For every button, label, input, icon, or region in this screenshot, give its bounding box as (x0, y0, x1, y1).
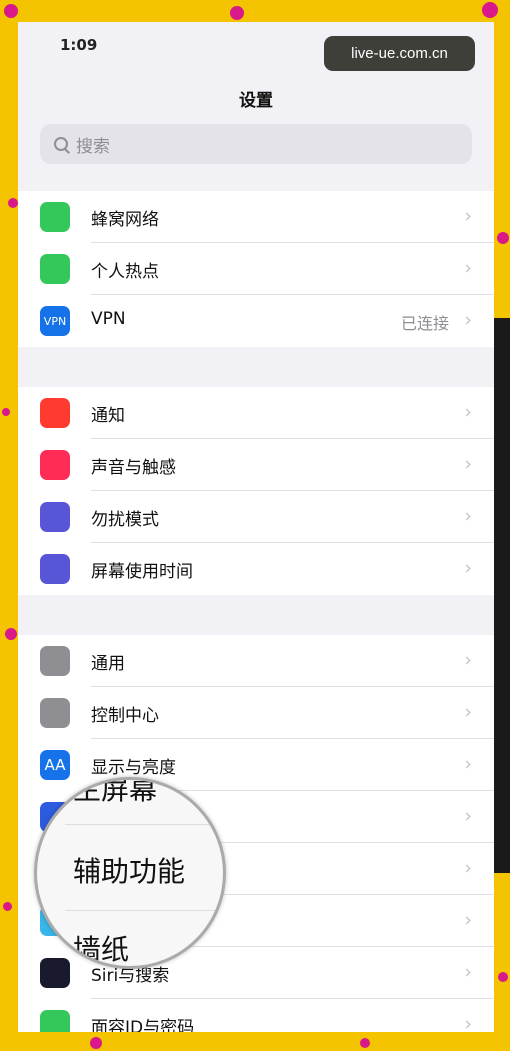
frame-dot (230, 6, 244, 20)
settings-row[interactable]: 蜂窝网络 › (18, 191, 494, 243)
settings-row-label: 面容ID与密码 (91, 1018, 195, 1032)
text-size-icon: AA (40, 750, 70, 780)
frame-dot (5, 628, 17, 640)
settings-row-label: 通用 (91, 654, 125, 674)
frame-dot (8, 198, 18, 208)
frame-dot (360, 1038, 370, 1048)
magnifier-text-accessibility: 辅助功能 (73, 855, 186, 888)
settings-row[interactable]: VPN VPN 已连接 › (18, 295, 494, 347)
page-title: 设置 (239, 91, 273, 111)
frame-dot (3, 902, 12, 911)
status-time: 1:09 (60, 36, 98, 54)
frame-dot (497, 232, 509, 244)
settings-row-label: 屏幕使用时间 (91, 562, 193, 582)
speaker-icon (40, 450, 70, 480)
gear-icon (40, 646, 70, 676)
settings-row[interactable]: 通知 › (18, 387, 494, 439)
search-icon (54, 137, 68, 151)
settings-row[interactable]: 面容ID与密码 › (18, 999, 494, 1032)
magnifier-text-home: 主屏幕 (73, 777, 158, 806)
face-id-icon (40, 1010, 70, 1032)
search-placeholder: 搜索 (76, 136, 110, 157)
background-edge (494, 318, 510, 873)
chevron-right-icon: › (464, 753, 472, 775)
settings-row-label: 通知 (91, 406, 125, 426)
magnifier-divider (65, 824, 223, 825)
toggles-icon (40, 698, 70, 728)
settings-row[interactable]: 屏幕使用时间 › (18, 543, 494, 595)
chevron-right-icon: › (464, 909, 472, 931)
chevron-right-icon: › (464, 961, 472, 983)
settings-row-label: 个人热点 (91, 262, 159, 282)
settings-row[interactable]: 控制中心 › (18, 687, 494, 739)
settings-row[interactable]: 声音与触感 › (18, 439, 494, 491)
settings-group-notifications: 通知 › 声音与触感 › 勿扰模式 › 屏幕使用时间 › (18, 387, 494, 595)
settings-row-label: VPN (91, 309, 126, 329)
notifications-icon (40, 398, 70, 428)
cellular-antenna-icon (40, 202, 70, 232)
magnifier-divider (65, 910, 223, 911)
siri-icon (40, 958, 70, 988)
frame-dot (482, 2, 498, 18)
chevron-right-icon: › (464, 205, 472, 227)
chevron-right-icon: › (464, 401, 472, 423)
phone-screen: 1:09 4G 设置 搜索 蜂窝网络›个人热点›VPNVPN已连接› 通知›声音… (18, 22, 494, 1032)
settings-row[interactable]: 个人热点 › (18, 243, 494, 295)
magnifier-lens: 主屏幕 辅助功能 墙纸 (34, 777, 226, 969)
settings-row-label: 控制中心 (91, 706, 159, 726)
settings-row-label: 蜂窝网络 (91, 210, 159, 230)
hourglass-icon (40, 554, 70, 584)
frame-dot (4, 4, 18, 18)
search-input[interactable]: 搜索 (40, 124, 472, 164)
settings-row[interactable]: 勿扰模式 › (18, 491, 494, 543)
chevron-right-icon: › (464, 505, 472, 527)
frame-dot (498, 972, 508, 982)
frame-dot (90, 1037, 102, 1049)
moon-icon (40, 502, 70, 532)
vpn-icon: VPN (40, 306, 70, 336)
frame-dot (2, 408, 10, 416)
watermark: live-ue.com.cn (324, 36, 475, 71)
chevron-right-icon: › (464, 1013, 472, 1032)
chevron-right-icon: › (464, 701, 472, 723)
settings-row[interactable]: 通用 › (18, 635, 494, 687)
settings-row-label: 显示与亮度 (91, 758, 176, 778)
chevron-right-icon: › (464, 309, 472, 331)
settings-row-detail: 已连接 (400, 314, 449, 333)
chevron-right-icon: › (464, 257, 472, 279)
settings-row-label: 声音与触感 (91, 458, 176, 478)
hotspot-link-icon (40, 254, 70, 284)
settings-row-label: 勿扰模式 (91, 510, 159, 530)
chevron-right-icon: › (464, 857, 472, 879)
magnifier-text-wallpaper: 墙纸 (73, 933, 130, 966)
settings-group-connectivity: 蜂窝网络 › 个人热点 › VPN VPN 已连接 › (18, 191, 494, 347)
chevron-right-icon: › (464, 805, 472, 827)
chevron-right-icon: › (464, 649, 472, 671)
chevron-right-icon: › (464, 557, 472, 579)
chevron-right-icon: › (464, 453, 472, 475)
